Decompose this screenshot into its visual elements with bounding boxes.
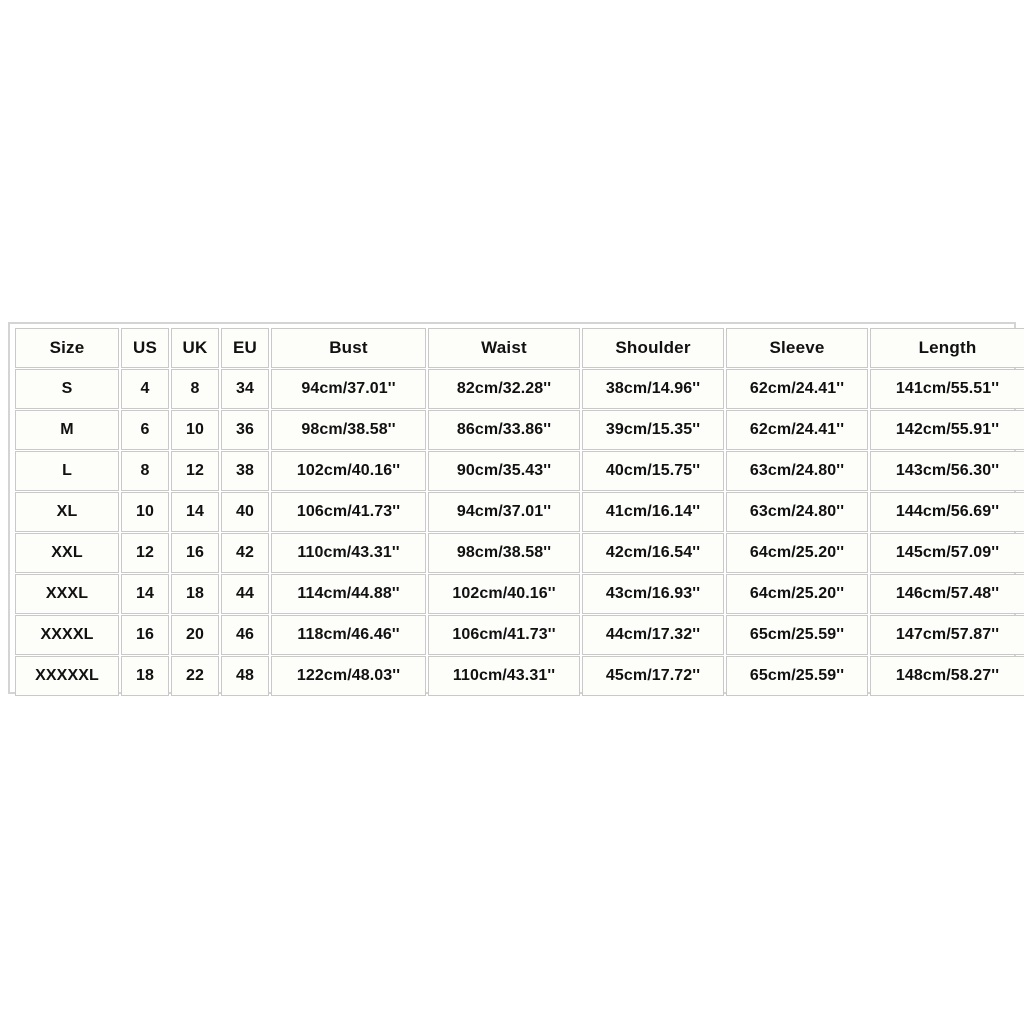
cell-sleeve: 62cm/24.41'' xyxy=(726,369,868,409)
cell-size: M xyxy=(15,410,119,450)
cell-shoulder: 43cm/16.93'' xyxy=(582,574,724,614)
cell-eu: 48 xyxy=(221,656,269,696)
cell-sleeve: 65cm/25.59'' xyxy=(726,656,868,696)
cell-sleeve: 62cm/24.41'' xyxy=(726,410,868,450)
column-header-length: Length xyxy=(870,328,1024,368)
column-header-eu: EU xyxy=(221,328,269,368)
table-row: S 4 8 34 94cm/37.01'' 82cm/32.28'' 38cm/14.96'… xyxy=(15,369,1024,409)
cell-sleeve: 63cm/24.80'' xyxy=(726,492,868,532)
table-row: XXL 12 16 42 110cm/43.31'' 98cm/38.58'' 42cm/1… xyxy=(15,533,1024,573)
column-header-size: Size xyxy=(15,328,119,368)
cell-us: 12 xyxy=(121,533,169,573)
cell-waist: 110cm/43.31'' xyxy=(428,656,580,696)
cell-length: 145cm/57.09'' xyxy=(870,533,1024,573)
cell-size: S xyxy=(15,369,119,409)
column-header-shoulder: Shoulder xyxy=(582,328,724,368)
cell-waist: 106cm/41.73'' xyxy=(428,615,580,655)
cell-size: XXXXL xyxy=(15,615,119,655)
column-header-uk: UK xyxy=(171,328,219,368)
cell-waist: 94cm/37.01'' xyxy=(428,492,580,532)
table-row: XXXL 14 18 44 114cm/44.88'' 102cm/40.16'' 43cm… xyxy=(15,574,1024,614)
column-header-sleeve: Sleeve xyxy=(726,328,868,368)
cell-shoulder: 38cm/14.96'' xyxy=(582,369,724,409)
cell-eu: 36 xyxy=(221,410,269,450)
cell-eu: 34 xyxy=(221,369,269,409)
cell-sleeve: 64cm/25.20'' xyxy=(726,533,868,573)
cell-size: XXL xyxy=(15,533,119,573)
cell-bust: 110cm/43.31'' xyxy=(271,533,426,573)
cell-bust: 118cm/46.46'' xyxy=(271,615,426,655)
cell-size: XXXL xyxy=(15,574,119,614)
cell-eu: 38 xyxy=(221,451,269,491)
table-row: XXXXL 16 20 46 118cm/46.46'' 106cm/41.73'' 44c… xyxy=(15,615,1024,655)
cell-uk: 8 xyxy=(171,369,219,409)
cell-shoulder: 44cm/17.32'' xyxy=(582,615,724,655)
cell-waist: 82cm/32.28'' xyxy=(428,369,580,409)
cell-waist: 90cm/35.43'' xyxy=(428,451,580,491)
cell-eu: 40 xyxy=(221,492,269,532)
cell-size: XXXXXL xyxy=(15,656,119,696)
cell-bust: 98cm/38.58'' xyxy=(271,410,426,450)
cell-waist: 86cm/33.86'' xyxy=(428,410,580,450)
cell-length: 146cm/57.48'' xyxy=(870,574,1024,614)
cell-length: 148cm/58.27'' xyxy=(870,656,1024,696)
cell-eu: 42 xyxy=(221,533,269,573)
column-header-waist: Waist xyxy=(428,328,580,368)
cell-bust: 94cm/37.01'' xyxy=(271,369,426,409)
cell-us: 14 xyxy=(121,574,169,614)
page-canvas: Size US UK EU Bust Waist Shoulder Sleeve Length … xyxy=(0,0,1024,1024)
cell-bust: 102cm/40.16'' xyxy=(271,451,426,491)
cell-shoulder: 42cm/16.54'' xyxy=(582,533,724,573)
cell-uk: 12 xyxy=(171,451,219,491)
cell-waist: 102cm/40.16'' xyxy=(428,574,580,614)
size-chart-frame: Size US UK EU Bust Waist Shoulder Sleeve Length … xyxy=(8,322,1024,696)
cell-shoulder: 39cm/15.35'' xyxy=(582,410,724,450)
cell-length: 143cm/56.30'' xyxy=(870,451,1024,491)
cell-sleeve: 65cm/25.59'' xyxy=(726,615,868,655)
cell-uk: 14 xyxy=(171,492,219,532)
cell-us: 6 xyxy=(121,410,169,450)
cell-us: 16 xyxy=(121,615,169,655)
header-row: Size US UK EU Bust Waist Shoulder Sleeve Length xyxy=(15,328,1024,368)
cell-us: 10 xyxy=(121,492,169,532)
cell-length: 144cm/56.69'' xyxy=(870,492,1024,532)
cell-uk: 22 xyxy=(171,656,219,696)
cell-eu: 46 xyxy=(221,615,269,655)
cell-uk: 10 xyxy=(171,410,219,450)
cell-bust: 106cm/41.73'' xyxy=(271,492,426,532)
table-row: M 6 10 36 98cm/38.58'' 86cm/33.86'' 39cm/15.35… xyxy=(15,410,1024,450)
table-row: XXXXXL 18 22 48 122cm/48.03'' 110cm/43.31'' 45… xyxy=(15,656,1024,696)
cell-waist: 98cm/38.58'' xyxy=(428,533,580,573)
cell-uk: 16 xyxy=(171,533,219,573)
cell-sleeve: 64cm/25.20'' xyxy=(726,574,868,614)
cell-uk: 18 xyxy=(171,574,219,614)
table-row: L 8 12 38 102cm/40.16'' 90cm/35.43'' 40cm/15.7… xyxy=(15,451,1024,491)
cell-length: 147cm/57.87'' xyxy=(870,615,1024,655)
cell-sleeve: 63cm/24.80'' xyxy=(726,451,868,491)
table-body: S 4 8 34 94cm/37.01'' 82cm/32.28'' 38cm/14.96'… xyxy=(15,369,1024,696)
cell-bust: 114cm/44.88'' xyxy=(271,574,426,614)
cell-bust: 122cm/48.03'' xyxy=(271,656,426,696)
cell-shoulder: 41cm/16.14'' xyxy=(582,492,724,532)
cell-size: XL xyxy=(15,492,119,532)
cell-length: 142cm/55.91'' xyxy=(870,410,1024,450)
cell-us: 18 xyxy=(121,656,169,696)
cell-uk: 20 xyxy=(171,615,219,655)
cell-length: 141cm/55.51'' xyxy=(870,369,1024,409)
table-row: XL 10 14 40 106cm/41.73'' 94cm/37.01'' 41cm/16… xyxy=(15,492,1024,532)
cell-us: 8 xyxy=(121,451,169,491)
cell-shoulder: 40cm/15.75'' xyxy=(582,451,724,491)
size-chart-table: Size US UK EU Bust Waist Shoulder Sleeve Length … xyxy=(13,327,1024,697)
cell-eu: 44 xyxy=(221,574,269,614)
cell-size: L xyxy=(15,451,119,491)
table-header: Size US UK EU Bust Waist Shoulder Sleeve Length xyxy=(15,328,1024,368)
cell-shoulder: 45cm/17.72'' xyxy=(582,656,724,696)
cell-us: 4 xyxy=(121,369,169,409)
column-header-bust: Bust xyxy=(271,328,426,368)
column-header-us: US xyxy=(121,328,169,368)
